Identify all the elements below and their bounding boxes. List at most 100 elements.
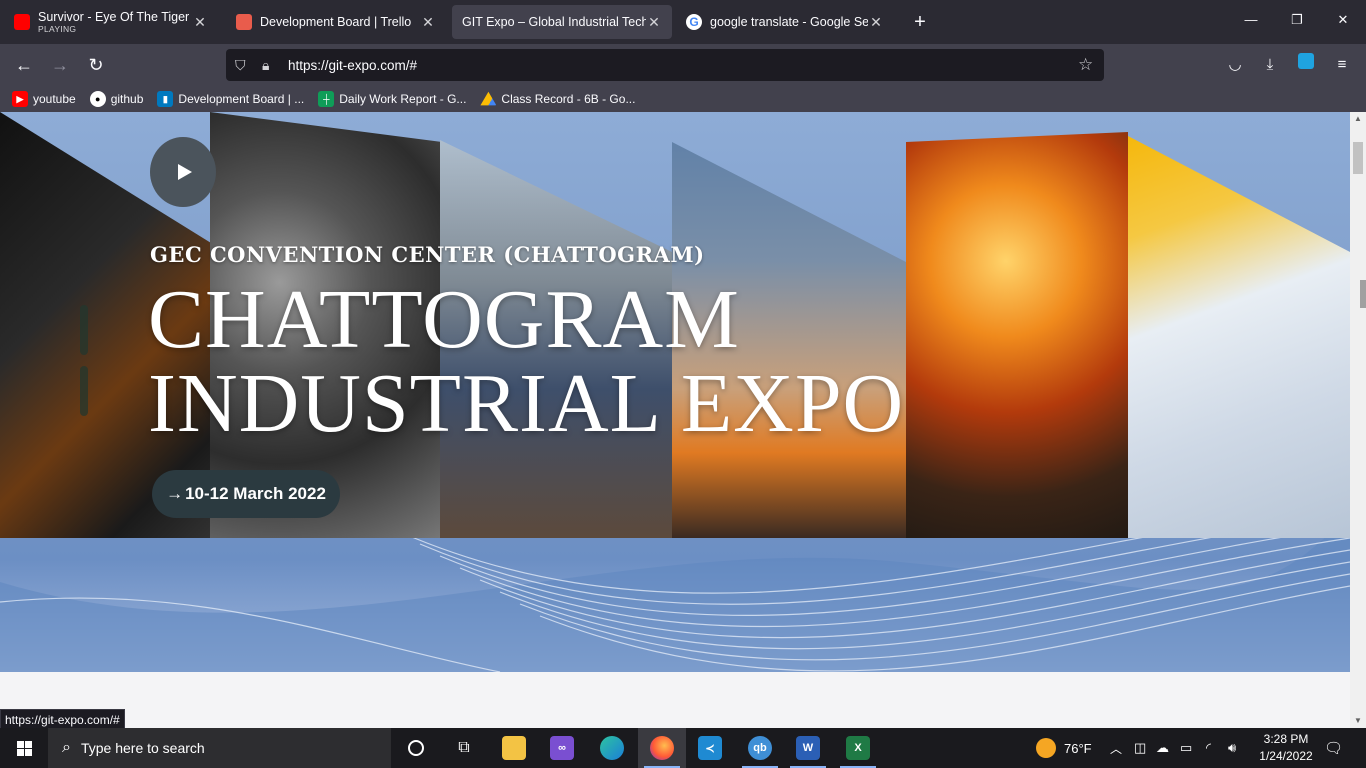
firefox-icon: [650, 736, 674, 760]
volume-icon[interactable]: 🔊︎: [1228, 728, 1236, 768]
date-label: 10-12 March 2022: [185, 484, 326, 503]
slider-indicator[interactable]: [80, 366, 88, 416]
forward-icon[interactable]: →: [47, 53, 73, 77]
bookmark-label: youtube: [33, 92, 76, 106]
bookmark-trello[interactable]: ▮ Development Board | ...: [157, 91, 304, 107]
weather-widget[interactable]: 76°F: [1036, 728, 1092, 768]
hero-banner: GEC CONVENTION CENTER (CHATTOGRAM) CHATT…: [0, 112, 1350, 672]
play-video-button[interactable]: [150, 137, 216, 207]
excel-icon: X: [846, 736, 870, 760]
tab-strip: Survivor - Eye Of The Tiger (Offi PLAYIN…: [0, 0, 1366, 44]
restore-icon[interactable]: ❐: [1274, 12, 1320, 28]
hidden-icons-chevron[interactable]: ︿: [1110, 728, 1122, 768]
new-tab-button[interactable]: +: [908, 10, 932, 34]
taskbar-search[interactable]: ⌕ Type here to search: [48, 728, 391, 768]
scroll-down-icon[interactable]: ▼: [1350, 714, 1366, 728]
close-tab-icon[interactable]: ✕: [646, 14, 662, 31]
clock-time: 3:28 PM: [1263, 732, 1309, 746]
reload-icon[interactable]: ↻: [83, 53, 109, 77]
trello-icon: [236, 14, 252, 30]
search-icon: ⌕: [62, 739, 71, 756]
sheets-icon: ┼: [318, 91, 335, 107]
back-icon[interactable]: ←: [11, 53, 37, 77]
bookmark-star-icon[interactable]: ☆: [1078, 55, 1093, 75]
bookmark-label: Daily Work Report - G...: [339, 92, 467, 106]
visual-studio-icon: ∞: [550, 736, 574, 760]
bookmark-youtube[interactable]: ▶ youtube: [12, 91, 76, 107]
bookmark-class-record[interactable]: Class Record - 6B - Go...: [480, 91, 635, 107]
tab-playing-label: PLAYING: [38, 24, 77, 34]
cortana-button[interactable]: [392, 728, 440, 768]
system-clock[interactable]: 3:28 PM 1/24/2022: [1248, 731, 1324, 765]
wifi-icon[interactable]: ◜: [1206, 728, 1211, 768]
weather-icon: [1036, 738, 1056, 758]
meet-now-icon[interactable]: ◫: [1134, 728, 1146, 768]
extension-icon[interactable]: [1293, 53, 1319, 77]
windows-icon: [16, 740, 32, 756]
close-tab-icon[interactable]: ✕: [868, 14, 884, 31]
qbittorrent-button[interactable]: qb: [736, 728, 784, 768]
bookmark-daily-work-report[interactable]: ┼ Daily Work Report - G...: [318, 91, 466, 107]
lock-icon[interactable]: 🔒︎: [262, 57, 269, 74]
task-view-icon: ⧉: [458, 739, 470, 756]
pocket-icon[interactable]: ◡: [1222, 53, 1248, 77]
folder-icon: [502, 736, 526, 760]
arrow-right-icon: →: [166, 484, 184, 503]
bookmark-github[interactable]: ● github: [89, 91, 144, 107]
battery-icon[interactable]: ▭: [1180, 728, 1192, 768]
onedrive-icon[interactable]: ☁: [1156, 728, 1169, 768]
close-window-icon[interactable]: ✕: [1320, 12, 1366, 28]
close-tab-icon[interactable]: ✕: [192, 14, 208, 31]
weather-temperature: 76°F: [1064, 740, 1092, 756]
excel-button[interactable]: X: [834, 728, 882, 768]
visual-studio-button[interactable]: ∞: [538, 728, 586, 768]
menu-icon[interactable]: ≡: [1329, 53, 1355, 77]
github-icon: ●: [89, 91, 106, 107]
minimize-icon[interactable]: —: [1228, 12, 1274, 27]
scrollbar-thumb[interactable]: [1353, 142, 1363, 174]
scroll-up-icon[interactable]: ▲: [1350, 112, 1366, 126]
file-explorer-button[interactable]: [490, 728, 538, 768]
title-line-1: CHATTOGRAM: [148, 273, 740, 366]
word-icon: W: [796, 736, 820, 760]
google-icon: G: [686, 14, 702, 30]
task-view-button[interactable]: ⧉: [440, 728, 488, 768]
navigation-bar: ← → ↻ ⛉ 🔒︎ https://git-expo.com/# ☆ ◡ ⤓ …: [0, 44, 1366, 86]
bookmark-label: github: [110, 92, 144, 106]
bookmarks-toolbar: ▶ youtube ● github ▮ Development Board |…: [0, 86, 1366, 112]
expo-title: CHATTOGRAM INDUSTRIAL EXPO: [148, 278, 968, 446]
cortana-icon: [408, 740, 424, 756]
tab-title: google translate - Google Searc: [710, 15, 868, 29]
tab-git-expo[interactable]: GIT Expo – Global Industrial Technol ✕: [452, 5, 672, 39]
address-bar[interactable]: ⛉ 🔒︎ https://git-expo.com/# ☆: [226, 49, 1104, 81]
vscode-icon: ≺: [698, 736, 722, 760]
windows-taskbar: ⌕ Type here to search ⧉ ∞ ≺ qb W X 76°F …: [0, 728, 1366, 768]
shield-icon[interactable]: ⛉: [235, 57, 246, 74]
word-button[interactable]: W: [784, 728, 832, 768]
title-line-2: INDUSTRIAL EXPO: [148, 357, 905, 450]
download-icon[interactable]: ⤓: [1257, 53, 1283, 77]
slider-indicator[interactable]: [80, 305, 88, 355]
page-viewport: GEC CONVENTION CENTER (CHATTOGRAM) CHATT…: [0, 112, 1350, 728]
clock-date: 1/24/2022: [1259, 749, 1313, 763]
scroll-marker: [1360, 280, 1366, 308]
trello-icon: ▮: [157, 91, 174, 107]
tab-title: GIT Expo – Global Industrial Technol: [462, 15, 646, 29]
tab-youtube[interactable]: Survivor - Eye Of The Tiger (Offi PLAYIN…: [4, 5, 218, 39]
bookmark-label: Development Board | ...: [178, 92, 305, 106]
notifications-icon[interactable]: 🗨︎: [1324, 728, 1343, 768]
tab-trello[interactable]: Development Board | Trello ✕: [226, 5, 446, 39]
event-date-button[interactable]: → 10-12 March 2022: [152, 470, 340, 518]
search-placeholder: Type here to search: [80, 740, 205, 756]
link-status-tooltip: https://git-expo.com/#: [0, 709, 125, 729]
venue-subtitle: GEC CONVENTION CENTER (CHATTOGRAM): [150, 242, 705, 267]
vertical-scrollbar[interactable]: ▲ ▼: [1350, 112, 1366, 728]
close-tab-icon[interactable]: ✕: [420, 14, 436, 31]
vscode-button[interactable]: ≺: [686, 728, 734, 768]
drive-icon: [480, 91, 497, 106]
firefox-button[interactable]: [638, 728, 686, 768]
tab-google[interactable]: G google translate - Google Searc ✕: [676, 5, 894, 39]
edge-button[interactable]: [588, 728, 636, 768]
start-button[interactable]: [0, 728, 48, 768]
url-text[interactable]: https://git-expo.com/#: [288, 58, 417, 73]
